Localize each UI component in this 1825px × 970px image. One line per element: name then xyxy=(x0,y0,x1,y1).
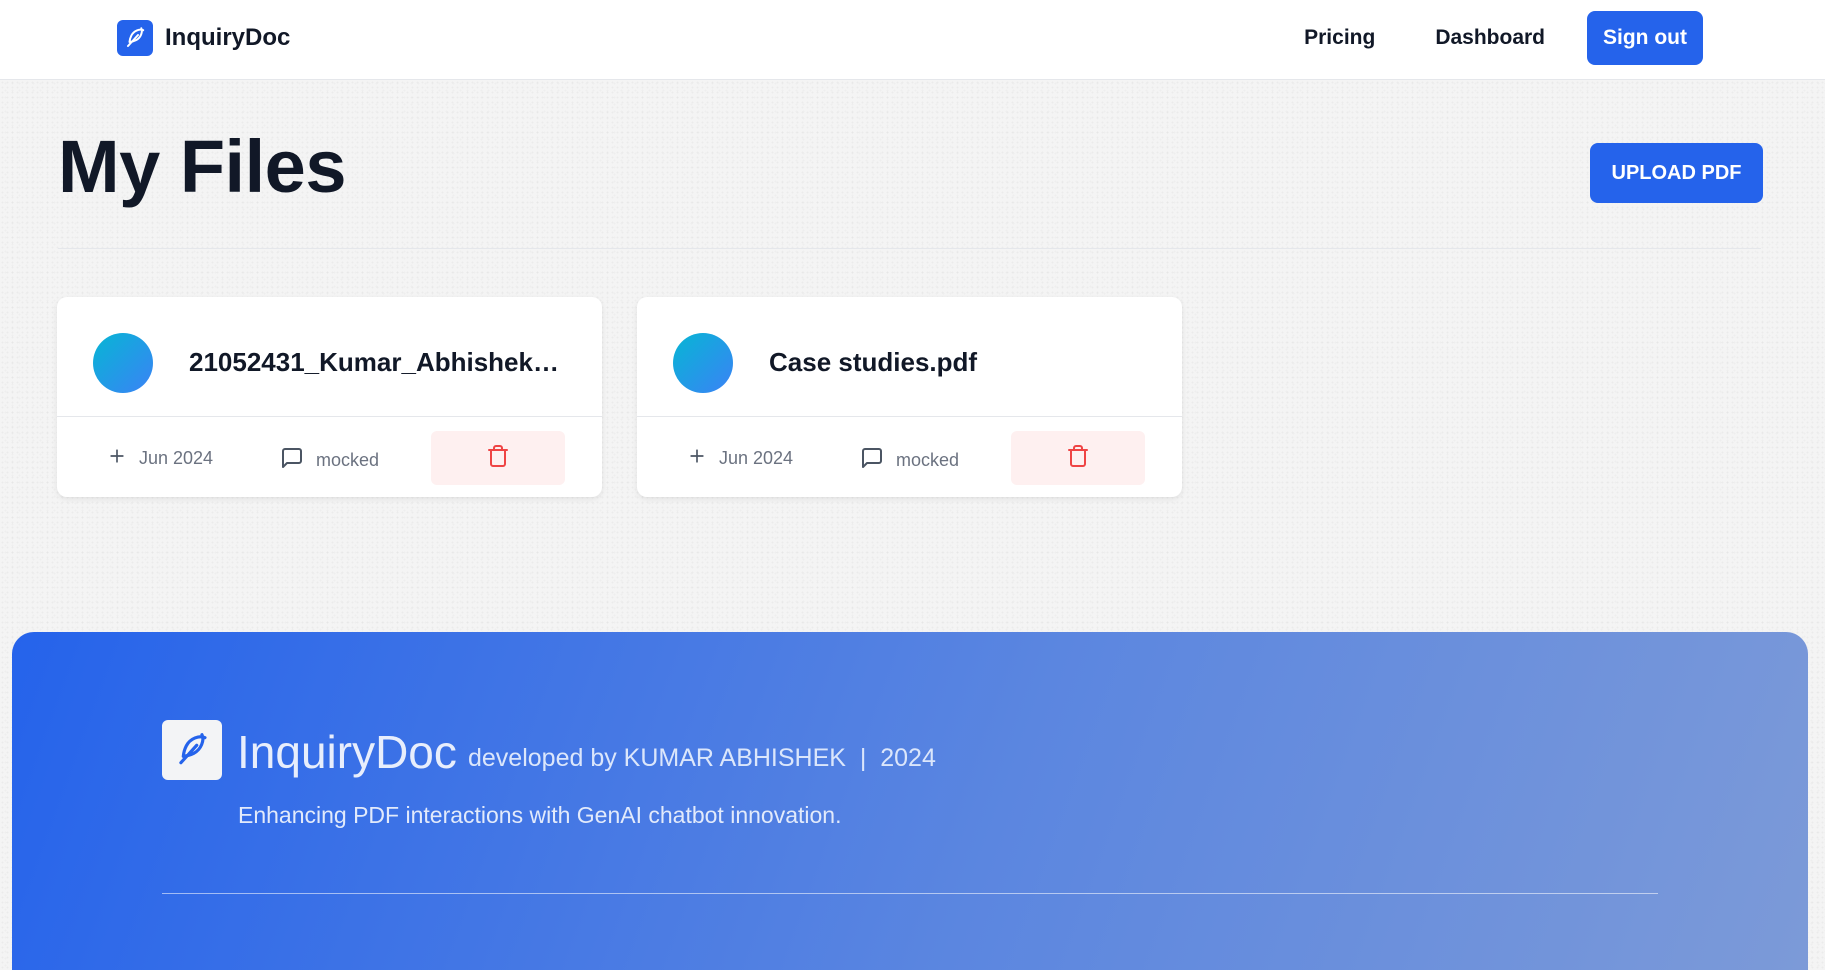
page-title: My Files xyxy=(58,125,347,208)
feather-icon xyxy=(117,20,153,56)
nav-link-dashboard[interactable]: Dashboard xyxy=(1405,12,1575,64)
file-date-label: Jun 2024 xyxy=(719,448,794,468)
brand-name: InquiryDoc xyxy=(165,24,291,51)
file-card[interactable]: 21052431_Kumar_Abhishek_... Jun 2024 moc… xyxy=(57,297,602,497)
file-name[interactable]: 21052431_Kumar_Abhishek_... xyxy=(189,347,569,378)
navbar: InquiryDoc Pricing Dashboard Sign out xyxy=(0,0,1825,80)
file-messages-label: mocked xyxy=(896,450,960,470)
footer: InquiryDoc developed by KUMAR ABHISHEK |… xyxy=(12,632,1808,970)
file-card-header[interactable]: 21052431_Kumar_Abhishek_... xyxy=(57,297,602,417)
title-divider xyxy=(58,248,1761,249)
plus-icon xyxy=(107,446,127,471)
file-card-footer: Jun 2024 mocked xyxy=(637,418,1182,497)
trash-icon xyxy=(1066,444,1090,473)
message-square-icon xyxy=(860,446,884,475)
trash-icon xyxy=(486,444,510,473)
footer-tagline: Enhancing PDF interactions with GenAI ch… xyxy=(238,802,842,828)
file-name[interactable]: Case studies.pdf xyxy=(769,347,1149,378)
feather-icon xyxy=(162,720,222,780)
file-card-header[interactable]: Case studies.pdf xyxy=(637,297,1182,417)
file-card-footer: Jun 2024 mocked xyxy=(57,418,602,497)
file-avatar xyxy=(93,333,153,393)
footer-credit: developed by KUMAR ABHISHEK | 2024 xyxy=(468,744,936,772)
nav-links: Pricing Dashboard Sign out xyxy=(1274,11,1703,65)
file-messages: mocked xyxy=(280,446,379,475)
brand-link[interactable]: InquiryDoc xyxy=(117,20,290,56)
file-avatar xyxy=(673,333,733,393)
file-date: Jun 2024 xyxy=(687,446,793,471)
file-card[interactable]: Case studies.pdf Jun 2024 mocked xyxy=(637,297,1182,497)
sign-out-button[interactable]: Sign out xyxy=(1587,11,1703,65)
delete-file-button[interactable] xyxy=(431,431,565,485)
file-date: Jun 2024 xyxy=(107,446,213,471)
file-date-label: Jun 2024 xyxy=(139,448,214,468)
footer-brand: InquiryDoc xyxy=(237,726,457,778)
upload-pdf-button[interactable]: UPLOAD PDF xyxy=(1590,143,1763,203)
file-messages-label: mocked xyxy=(316,450,380,470)
file-messages: mocked xyxy=(860,446,959,475)
footer-divider xyxy=(162,893,1658,894)
delete-file-button[interactable] xyxy=(1011,431,1145,485)
plus-icon xyxy=(687,446,707,471)
message-square-icon xyxy=(280,446,304,475)
nav-link-pricing[interactable]: Pricing xyxy=(1274,12,1405,64)
